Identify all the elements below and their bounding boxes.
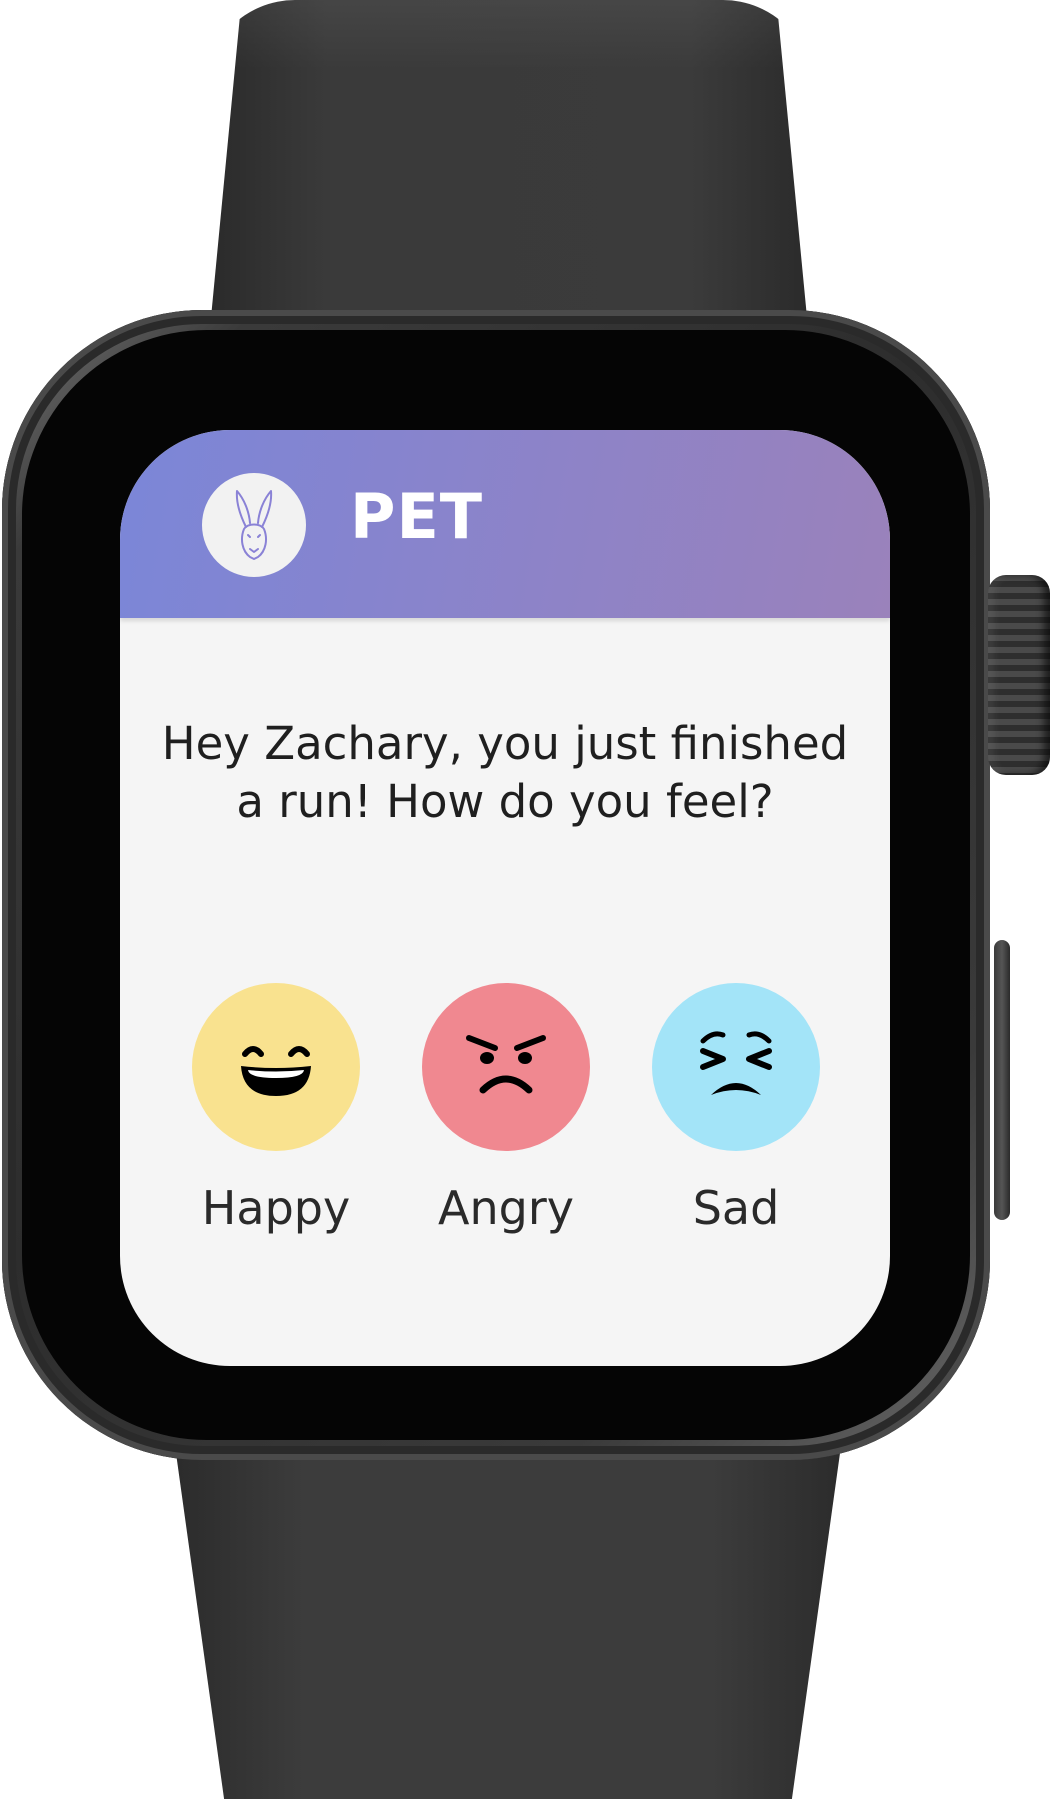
angry-face-icon	[466, 1035, 546, 1094]
mood-option-angry[interactable]: Angry	[421, 983, 591, 1231]
mood-options: Happy Angry Sad	[120, 983, 890, 1243]
mood-sad-label: Sad	[692, 1181, 780, 1235]
mood-angry-label: Angry	[438, 1181, 574, 1235]
grinning-face-icon	[241, 1046, 311, 1096]
persevering-face-icon	[700, 1031, 772, 1095]
watch-screen: PET Hey Zachary, you just finished a run…	[120, 430, 890, 1366]
mood-option-sad[interactable]: Sad	[651, 983, 821, 1231]
watch-band-bottom	[170, 1410, 846, 1799]
mood-happy-circle[interactable]	[192, 983, 360, 1151]
mood-angry-circle[interactable]	[422, 983, 590, 1151]
mood-option-happy[interactable]: Happy	[191, 983, 361, 1231]
mood-prompt: Hey Zachary, you just finished a run! Ho…	[161, 717, 849, 828]
mood-happy-label: Happy	[201, 1181, 351, 1235]
side-button[interactable]	[994, 940, 1010, 1220]
mood-sad-circle[interactable]	[652, 983, 820, 1151]
rabbit-icon	[202, 473, 306, 577]
app-header: PET	[120, 430, 890, 618]
app-title: PET	[350, 480, 484, 553]
digital-crown[interactable]	[988, 575, 1050, 775]
